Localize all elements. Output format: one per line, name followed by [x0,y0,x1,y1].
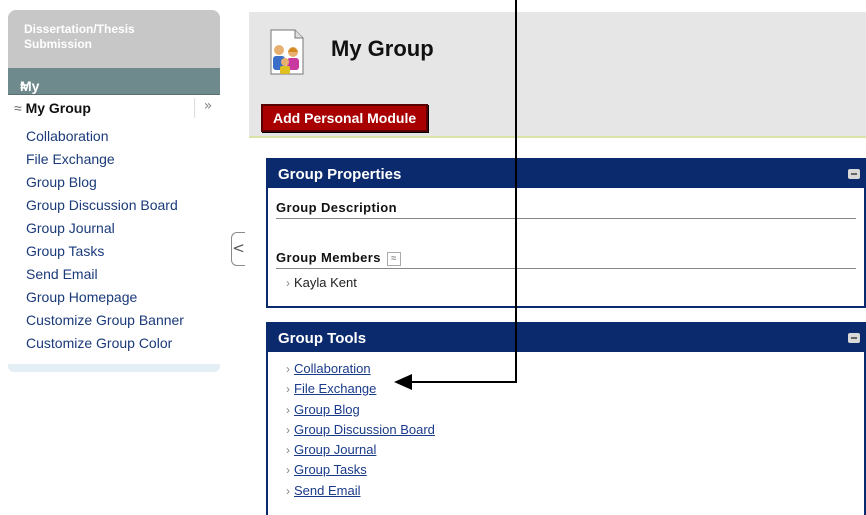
group-description-label: Group Description [276,200,397,215]
tool-link-group-discussion-board[interactable]: Group Discussion Board [294,422,435,437]
sidebar-link-customize-group-banner[interactable]: Customize Group Banner [26,310,184,333]
page-title: My Group [331,36,434,61]
member-name: Kayla Kent [294,275,357,290]
tool-item: › File Exchange [286,381,866,401]
collapse-sidebar-button[interactable]: < [231,232,245,266]
annotation-arrow-vertical [515,0,517,382]
course-title-block: Dissertation/Thesis Submission [8,10,220,68]
chevron-left-icon: < [232,239,245,257]
expand-down-icon[interactable]: ≈ [386,251,401,266]
sidebar-footer [8,364,220,372]
group-properties-module: Group Properties Group Description Group… [266,158,866,308]
page-header: My Group Add Personal Module [249,12,866,138]
member-item: › Kayla Kent [286,275,357,290]
chevron-right-icon: › [286,276,290,290]
chevron-right-icon: › [286,483,290,498]
sidebar-link-group-discussion-board[interactable]: Group Discussion Board [26,195,184,218]
chevron-right-icon: › [286,382,290,397]
divider [276,268,856,269]
group-members-label: Group Members [276,250,381,265]
tool-item: › Collaboration [286,361,866,381]
tool-link-file-exchange[interactable]: File Exchange [294,381,376,396]
my-group-label: My Group [25,100,91,116]
tool-link-group-blog[interactable]: Group Blog [294,402,360,417]
sidebar-link-file-exchange[interactable]: File Exchange [26,149,184,172]
group-tools-module: Group Tools › Collaboration › File Exchang… [266,322,866,515]
sidebar-link-send-email[interactable]: Send Email [26,264,184,287]
group-people-icon [270,29,304,75]
sidebar-link-group-journal[interactable]: Group Journal [26,218,184,241]
group-tools-list: › Collaboration › File Exchange › Group Blo… [286,361,866,503]
sidebar-link-customize-group-color[interactable]: Customize Group Color [26,333,184,356]
my-group-item[interactable]: ≈ My Group » [8,96,220,120]
tool-link-collaboration[interactable]: Collaboration [294,361,371,376]
chevron-right-icon: › [286,463,290,478]
chevron-right-icon: › [286,402,290,417]
divider [276,218,856,219]
tool-link-group-tasks[interactable]: Group Tasks [294,462,367,477]
tool-link-send-email[interactable]: Send Email [294,483,360,498]
sidebar-link-group-tasks[interactable]: Group Tasks [26,241,184,264]
group-tools-title: Group Tools [278,330,367,347]
expand-right-icon[interactable]: » [194,98,221,118]
tool-item: › Group Journal [286,442,866,462]
annotation-arrowhead-icon [394,374,412,390]
my-groups-header[interactable]: ≈ My Groups [8,68,220,110]
sidebar-links: Collaboration File Exchange Group Blog G… [26,126,184,356]
sidebar-link-collaboration[interactable]: Collaboration [26,126,184,149]
course-title: Dissertation/Thesis Submission [24,22,135,51]
minimize-icon[interactable] [848,333,860,343]
collapse-up-icon: ≈ [14,100,22,116]
sidebar-link-group-blog[interactable]: Group Blog [26,172,184,195]
group-properties-header: Group Properties [268,160,864,188]
sidebar-link-group-homepage[interactable]: Group Homepage [26,287,184,310]
chevron-right-icon: › [286,422,290,437]
minimize-icon[interactable] [848,169,860,179]
tool-link-group-journal[interactable]: Group Journal [294,442,376,457]
group-members-heading: Group Members ≈ [276,250,401,266]
group-tools-header: Group Tools [268,324,864,352]
annotation-arrow-horizontal [410,381,517,383]
tool-item: › Group Blog [286,402,866,422]
tool-item: › Group Discussion Board [286,422,866,442]
chevron-right-icon: › [286,443,290,458]
chevron-right-icon: › [286,362,290,376]
add-personal-module-button[interactable]: Add Personal Module [261,104,429,132]
group-properties-title: Group Properties [278,166,402,183]
tool-item: › Group Tasks [286,462,866,482]
tool-item: › Send Email [286,483,866,503]
